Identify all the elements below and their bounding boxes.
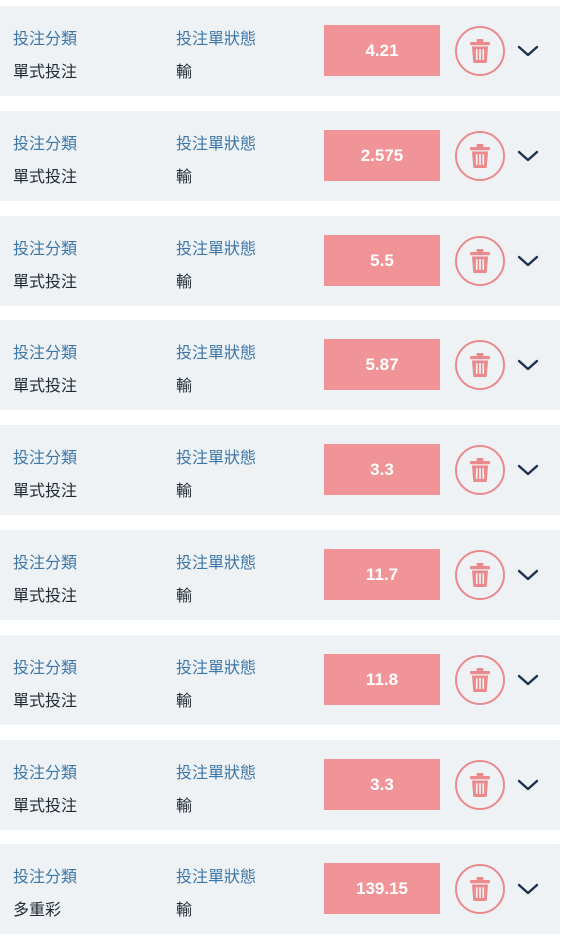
bet-amount: 11.8	[324, 654, 440, 705]
bet-type-label: 投注分類	[13, 343, 78, 362]
bet-type-value: 單式投注	[13, 272, 78, 291]
trash-icon	[469, 772, 491, 798]
bet-status-value: 輸	[176, 691, 193, 710]
trash-icon	[469, 248, 491, 274]
bet-card: 投注分類 單式投注 投注單狀態 輸 11.8	[0, 635, 560, 725]
expand-button[interactable]	[514, 774, 542, 796]
bet-amount: 4.21	[324, 25, 440, 76]
bet-type-value: 單式投注	[13, 796, 78, 815]
bet-type-label: 投注分類	[13, 29, 78, 48]
trash-icon	[469, 667, 491, 693]
bet-type-label: 投注分類	[13, 448, 78, 467]
chevron-down-icon	[517, 673, 539, 687]
bet-type-value: 單式投注	[13, 691, 78, 710]
bet-type-value: 多重彩	[13, 900, 62, 919]
bet-card: 投注分類 單式投注 投注單狀態 輸 3.3	[0, 740, 560, 830]
expand-button[interactable]	[514, 354, 542, 376]
bet-status-label: 投注單狀態	[176, 448, 257, 467]
delete-button[interactable]	[455, 550, 505, 600]
bet-card: 投注分類 單式投注 投注單狀態 輸 11.7	[0, 530, 560, 620]
bet-amount: 2.575	[324, 130, 440, 181]
bet-amount: 11.7	[324, 549, 440, 600]
delete-button[interactable]	[455, 236, 505, 286]
bet-type-label: 投注分類	[13, 658, 78, 677]
bet-amount: 5.87	[324, 339, 440, 390]
bet-status-label: 投注單狀態	[176, 239, 257, 258]
bet-status-label: 投注單狀態	[176, 867, 257, 886]
bet-status-value: 輸	[176, 586, 193, 605]
bet-status-value: 輸	[176, 62, 193, 81]
delete-button[interactable]	[455, 760, 505, 810]
bet-status-value: 輸	[176, 900, 193, 919]
chevron-down-icon	[517, 358, 539, 372]
chevron-down-icon	[517, 149, 539, 163]
expand-button[interactable]	[514, 40, 542, 62]
chevron-down-icon	[517, 568, 539, 582]
bet-status-label: 投注單狀態	[176, 343, 257, 362]
bet-status-value: 輸	[176, 376, 193, 395]
trash-icon	[469, 143, 491, 169]
bet-amount: 3.3	[324, 444, 440, 495]
bet-card: 投注分類 單式投注 投注單狀態 輸 5.5	[0, 216, 560, 306]
bet-type-label: 投注分類	[13, 867, 78, 886]
trash-icon	[469, 38, 491, 64]
bet-type-value: 單式投注	[13, 481, 78, 500]
bet-amount: 3.3	[324, 759, 440, 810]
bet-type-value: 單式投注	[13, 167, 78, 186]
bet-status-label: 投注單狀態	[176, 134, 257, 153]
expand-button[interactable]	[514, 250, 542, 272]
delete-button[interactable]	[455, 340, 505, 390]
expand-button[interactable]	[514, 669, 542, 691]
chevron-down-icon	[517, 882, 539, 896]
bet-status-value: 輸	[176, 481, 193, 500]
chevron-down-icon	[517, 254, 539, 268]
bet-type-label: 投注分類	[13, 134, 78, 153]
expand-button[interactable]	[514, 878, 542, 900]
bet-amount: 5.5	[324, 235, 440, 286]
delete-button[interactable]	[455, 26, 505, 76]
bet-type-value: 單式投注	[13, 376, 78, 395]
expand-button[interactable]	[514, 564, 542, 586]
chevron-down-icon	[517, 463, 539, 477]
trash-icon	[469, 457, 491, 483]
bet-card: 投注分類 多重彩 投注單狀態 輸 139.15	[0, 844, 560, 934]
delete-button[interactable]	[455, 655, 505, 705]
chevron-down-icon	[517, 44, 539, 58]
bet-type-value: 單式投注	[13, 62, 78, 81]
bet-status-value: 輸	[176, 167, 193, 186]
trash-icon	[469, 352, 491, 378]
bet-card: 投注分類 單式投注 投注單狀態 輸 3.3	[0, 425, 560, 515]
bet-card: 投注分類 單式投注 投注單狀態 輸 2.575	[0, 111, 560, 201]
bet-status-label: 投注單狀態	[176, 763, 257, 782]
bet-type-label: 投注分類	[13, 553, 78, 572]
delete-button[interactable]	[455, 864, 505, 914]
bet-card: 投注分類 單式投注 投注單狀態 輸 5.87	[0, 320, 560, 410]
chevron-down-icon	[517, 778, 539, 792]
bet-status-value: 輸	[176, 272, 193, 291]
expand-button[interactable]	[514, 145, 542, 167]
bet-status-label: 投注單狀態	[176, 553, 257, 572]
trash-icon	[469, 562, 491, 588]
bet-type-label: 投注分類	[13, 239, 78, 258]
delete-button[interactable]	[455, 131, 505, 181]
trash-icon	[469, 876, 491, 902]
bet-amount: 139.15	[324, 863, 440, 914]
bet-card: 投注分類 單式投注 投注單狀態 輸 4.21	[0, 6, 560, 96]
expand-button[interactable]	[514, 459, 542, 481]
bet-status-label: 投注單狀態	[176, 658, 257, 677]
delete-button[interactable]	[455, 445, 505, 495]
bet-type-label: 投注分類	[13, 763, 78, 782]
bet-type-value: 單式投注	[13, 586, 78, 605]
bet-status-label: 投注單狀態	[176, 29, 257, 48]
bet-status-value: 輸	[176, 796, 193, 815]
